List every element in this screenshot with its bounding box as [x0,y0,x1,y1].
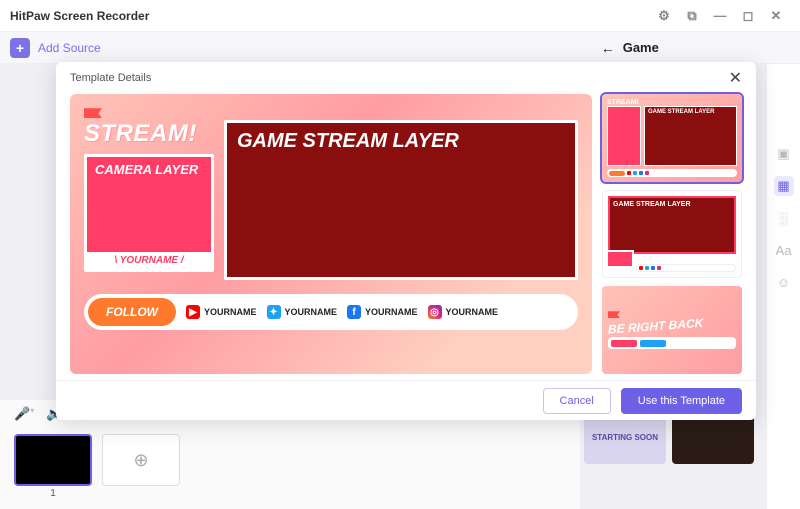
minimize-icon[interactable]: — [706,2,734,30]
sticker-icon[interactable]: ☺ [774,272,794,292]
modal-title: Template Details [70,72,151,84]
templates-icon[interactable]: ▦ [774,176,794,196]
stream-title: STREAM! [84,120,214,148]
social-youtube: ▶YOURNAME [186,305,257,319]
modal-overlay: Template Details ✕ STREAM! CAMERA LAYER [50,32,764,499]
camera-name-placeholder: \ YOURNAME / [87,252,211,269]
add-source-button[interactable]: + [10,38,30,58]
social-bar: FOLLOW ▶YOURNAME ✦YOURNAME fYOURNAME ◎YO… [84,294,578,330]
game-layer-box: GAME STREAM LAYER [224,120,578,280]
flag-icon [608,311,620,318]
multiwindow-icon[interactable]: ⧉ [678,2,706,30]
maximize-icon[interactable]: ◻ [734,2,762,30]
mic-icon[interactable]: 🎤▾ [14,406,34,422]
flag-icon [84,108,102,118]
follow-pill: FOLLOW [88,298,176,326]
side-toolbar: ▣ ▦ ░ Aa ☺ [766,64,800,509]
facebook-icon: f [347,305,361,319]
social-twitter: ✦YOURNAME [267,305,338,319]
camera-layer-box: CAMERA LAYER \ YOURNAME / [84,154,214,272]
app-name: HitPaw Screen Recorder [10,9,149,23]
brb-text: BE RIGHT BACK [608,316,736,336]
youtube-icon: ▶ [186,305,200,319]
modal-close-icon[interactable]: ✕ [729,68,742,88]
variant-thumb-1[interactable]: STREAM! GAME STREAM LAYER [602,94,742,182]
twitter-icon: ✦ [267,305,281,319]
text-icon[interactable]: Aa [774,240,794,260]
template-details-modal: Template Details ✕ STREAM! CAMERA LAYER [56,62,756,420]
effects-icon[interactable]: ░ [774,208,794,228]
titlebar: HitPaw Screen Recorder ⚙ ⧉ — ◻ ✕ [0,0,800,32]
game-layer-label: GAME STREAM LAYER [237,131,565,151]
variant-thumb-3[interactable]: BE RIGHT BACK [602,286,742,374]
close-icon[interactable]: ✕ [762,2,790,30]
layers-icon[interactable]: ▣ [774,144,794,164]
cancel-button[interactable]: Cancel [543,388,611,414]
gear-icon[interactable]: ⚙ [650,2,678,30]
variant-thumbs: STREAM! GAME STREAM LAYER GAME STREAM LA… [602,94,742,374]
instagram-icon: ◎ [428,305,442,319]
social-facebook: fYOURNAME [347,305,418,319]
template-preview: STREAM! CAMERA LAYER \ YOURNAME / GAME S… [70,94,592,374]
variant-thumb-2[interactable]: GAME STREAM LAYER [602,190,742,278]
social-instagram: ◎YOURNAME [428,305,499,319]
camera-layer-label: CAMERA LAYER [87,157,211,176]
use-template-button[interactable]: Use this Template [621,388,742,414]
